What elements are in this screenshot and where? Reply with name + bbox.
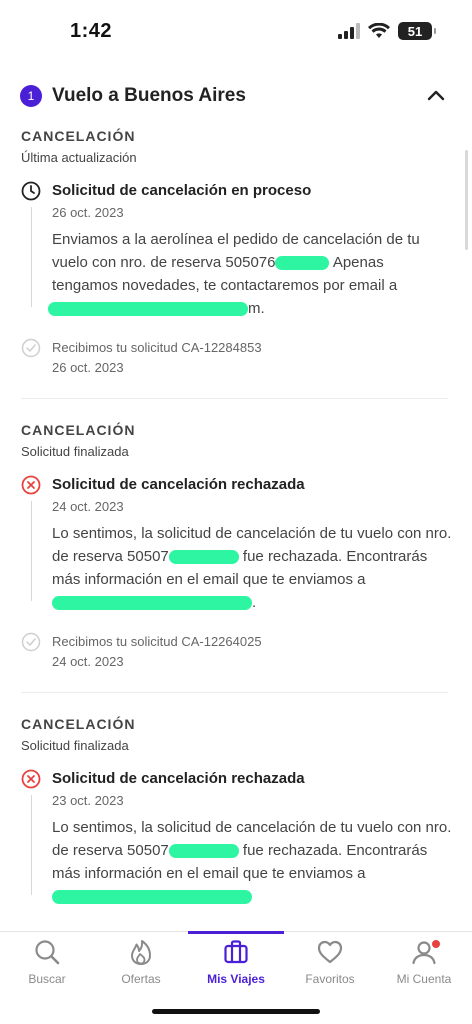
timeline-event: Solicitud de cancelación rechazada 23 oc…	[21, 769, 451, 908]
received-text: Recibimos tu solicitud CA-12264025	[52, 634, 262, 649]
check-circle-icon	[21, 632, 41, 652]
tab-label: Mi Cuenta	[396, 972, 452, 986]
event-date: 23 oct. 2023	[52, 793, 124, 808]
section-label: CANCELACIÓN	[21, 422, 136, 438]
event-date: 24 oct. 2023	[52, 499, 124, 514]
flame-icon	[131, 940, 151, 965]
section-subtitle: Última actualización	[21, 150, 137, 165]
timeline-line	[31, 795, 32, 895]
home-indicator	[152, 1009, 320, 1014]
check-circle-icon	[21, 338, 41, 358]
cancellation-section: CANCELACIÓN Última actualización Solicit…	[21, 128, 448, 378]
clock-icon	[21, 181, 41, 201]
timeline-line	[31, 501, 32, 601]
tab-label: Mis Viajes	[207, 972, 265, 986]
event-title: Solicitud de cancelación rechazada	[52, 476, 305, 493]
redaction-mark	[168, 550, 239, 565]
search-icon	[35, 940, 60, 965]
tab-ofertas[interactable]: Ofertas	[101, 938, 181, 986]
redaction-mark	[168, 844, 239, 859]
tab-label: Ofertas	[121, 972, 161, 986]
event-text: .	[252, 594, 257, 611]
section-subtitle: Solicitud finalizada	[21, 444, 129, 459]
tab-mis-viajes[interactable]: Mis Viajes	[196, 938, 276, 986]
active-tab-indicator	[188, 931, 284, 934]
event-text: m.	[248, 300, 265, 317]
received-text: Recibimos tu solicitud CA-12284853	[52, 340, 262, 355]
status-time: 1:42	[70, 20, 113, 42]
heart-icon	[317, 940, 343, 964]
redaction-mark	[52, 890, 252, 905]
notification-dot	[432, 940, 440, 948]
redaction-mark	[275, 256, 330, 271]
step-badge: 1	[20, 85, 42, 107]
tab-mi-cuenta[interactable]: Mi Cuenta	[384, 938, 464, 986]
status-icons: 51	[338, 22, 436, 40]
wifi-icon	[368, 23, 390, 38]
cancellation-section: CANCELACIÓN Solicitud finalizada Solicit…	[21, 716, 451, 908]
redaction-mark	[48, 302, 248, 317]
received-date: 26 oct. 2023	[52, 360, 124, 375]
tab-buscar[interactable]: Buscar	[7, 938, 87, 986]
event-date: 26 oct. 2023	[52, 205, 124, 220]
bottom-tab-bar: Buscar Ofertas Mis Viajes Favoritos Mi C…	[0, 931, 472, 1024]
chevron-up-icon[interactable]	[424, 84, 448, 108]
event-description: Enviamos a la aerolínea el pedido de can…	[48, 228, 452, 320]
tab-label: Buscar	[28, 972, 66, 986]
event-title: Solicitud de cancelación rechazada	[52, 770, 305, 787]
section-label: CANCELACIÓN	[21, 128, 136, 144]
tab-label: Favoritos	[305, 972, 355, 986]
tab-favoritos[interactable]: Favoritos	[290, 938, 370, 986]
redaction-mark	[52, 596, 252, 611]
section-subtitle: Solicitud finalizada	[21, 738, 129, 753]
timeline-event: Solicitud de cancelación rechazada 24 oc…	[21, 475, 451, 614]
status-bar: 1:42 51	[0, 0, 472, 64]
trip-title: Vuelo a Buenos Aires	[52, 85, 246, 106]
received-event: Recibimos tu solicitud CA-12284853 26 oc…	[21, 338, 448, 378]
trip-header[interactable]: 1 Vuelo a Buenos Aires	[20, 78, 448, 114]
section-label: CANCELACIÓN	[21, 716, 136, 732]
timeline-line	[31, 207, 32, 307]
battery-level: 51	[407, 23, 423, 39]
received-date: 24 oct. 2023	[52, 654, 124, 669]
received-event: Recibimos tu solicitud CA-12264025 24 oc…	[21, 632, 448, 672]
divider	[21, 398, 448, 399]
event-description: Lo sentimos, la solicitud de cancelación…	[52, 816, 452, 908]
scrollbar[interactable]	[465, 150, 468, 250]
error-circle-icon	[21, 769, 41, 789]
divider	[21, 692, 448, 693]
cellular-signal-icon	[338, 23, 360, 39]
cancellation-section: CANCELACIÓN Solicitud finalizada Solicit…	[21, 422, 451, 672]
battery-icon: 51	[398, 22, 436, 40]
suitcase-icon	[224, 940, 248, 964]
error-circle-icon	[21, 475, 41, 495]
event-title: Solicitud de cancelación en proceso	[52, 182, 312, 199]
timeline-event: Solicitud de cancelación en proceso 26 o…	[21, 181, 448, 320]
event-description: Lo sentimos, la solicitud de cancelación…	[52, 522, 452, 614]
